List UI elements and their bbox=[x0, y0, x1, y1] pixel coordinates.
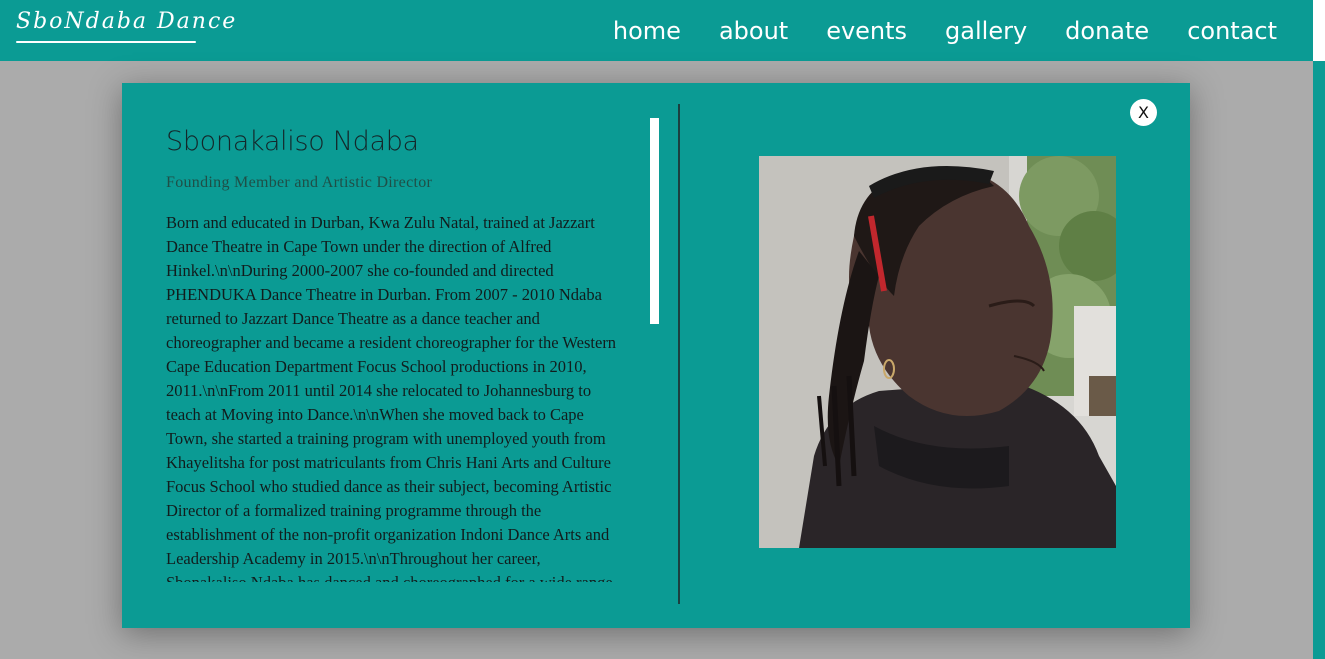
member-role: Founding Member and Artistic Director bbox=[166, 174, 433, 191]
page-scrollbar-area[interactable] bbox=[1313, 61, 1325, 659]
nav-link-contact[interactable]: contact bbox=[1187, 17, 1277, 45]
member-name: Sbonakaliso Ndaba bbox=[166, 126, 419, 157]
nav-link-donate[interactable]: donate bbox=[1065, 17, 1149, 45]
nav-link-home[interactable]: home bbox=[613, 17, 681, 45]
portrait-image bbox=[759, 156, 1116, 548]
main-nav: home about events gallery donate contact bbox=[575, 0, 1277, 61]
nav-link-events[interactable]: events bbox=[826, 17, 907, 45]
member-bio: Born and educated in Durban, Kwa Zulu Na… bbox=[166, 213, 617, 582]
site-logo[interactable]: SboNdaba Dance bbox=[16, 8, 238, 46]
nav-link-gallery[interactable]: gallery bbox=[945, 17, 1027, 45]
logo-wordmark: SboNdaba Dance bbox=[16, 9, 238, 34]
member-photo bbox=[759, 156, 1116, 548]
close-button[interactable]: X bbox=[1130, 99, 1157, 126]
nav-link-about[interactable]: about bbox=[719, 17, 788, 45]
page-edge-strip bbox=[1313, 0, 1325, 61]
bio-scrollbar[interactable] bbox=[650, 118, 659, 324]
logo-underline bbox=[16, 41, 196, 43]
top-navbar: SboNdaba Dance home about events gallery… bbox=[0, 0, 1313, 61]
bio-text-panel[interactable]: Sbonakaliso Ndaba Founding Member and Ar… bbox=[166, 125, 622, 582]
column-divider bbox=[678, 104, 680, 604]
bio-modal: X Sbonakaliso Ndaba Founding Member and … bbox=[122, 83, 1190, 628]
